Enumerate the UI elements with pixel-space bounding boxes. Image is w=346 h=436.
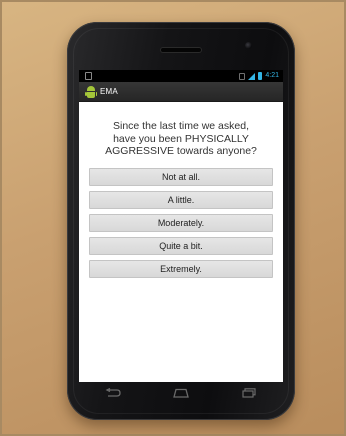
action-bar: EMA [79, 82, 283, 102]
navigation-bar [79, 382, 283, 404]
option-extremely-button[interactable]: Extremely. [89, 259, 273, 278]
option-a-little-button[interactable]: A little. [89, 190, 273, 209]
app-title: EMA [100, 87, 118, 96]
status-bar: 4:21 [79, 70, 283, 82]
battery-icon [258, 72, 263, 80]
option-moderately-button[interactable]: Moderately. [89, 213, 273, 232]
earpiece-speaker [161, 48, 201, 52]
status-indicators: 4:21 [239, 71, 279, 81]
phone-device: 4:21 EMA Since the last time we asked, h… [67, 22, 295, 420]
front-camera-icon [245, 42, 252, 49]
notification-icon [85, 72, 92, 80]
option-quite-a-bit-button[interactable]: Quite a bit. [89, 236, 273, 255]
recent-apps-icon[interactable] [238, 386, 260, 400]
signal-icon [248, 72, 256, 80]
option-not-at-all-button[interactable]: Not at all. [89, 167, 273, 186]
back-icon[interactable] [102, 386, 124, 400]
android-icon[interactable] [85, 85, 97, 98]
wifi-icon [239, 72, 246, 80]
status-time: 4:21 [265, 72, 279, 79]
answer-options: Not at all. A little. Moderately. Quite … [87, 167, 275, 278]
survey-content: Since the last time we asked, have you b… [79, 102, 283, 278]
survey-question: Since the last time we asked, have you b… [105, 120, 257, 157]
phone-screen: 4:21 EMA Since the last time we asked, h… [79, 70, 283, 382]
home-icon[interactable] [170, 386, 192, 400]
